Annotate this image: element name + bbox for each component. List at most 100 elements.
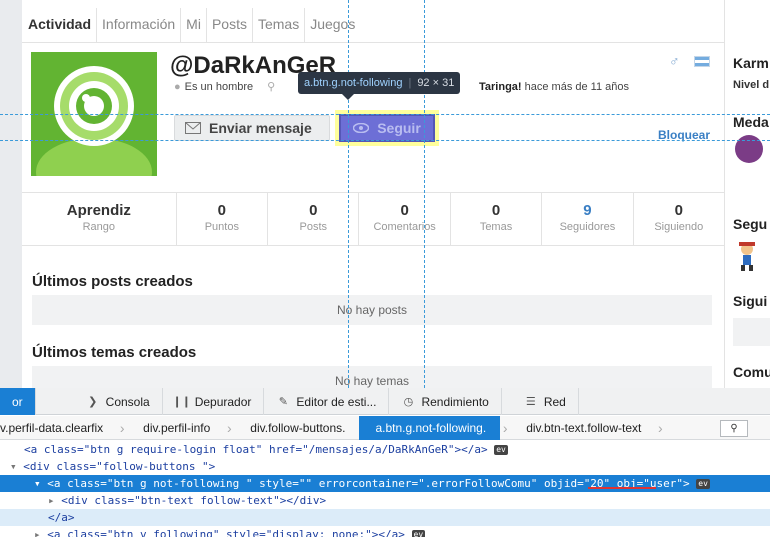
markup-line[interactable]: <a class="btn g require-login float" hre… [0,441,770,458]
breadcrumb: v.perfil-data.clearfix › div.perfil-info… [0,415,770,440]
tab-temas[interactable]: Temas [253,8,306,42]
stat-temas: 0 Temas [451,193,543,245]
user-icon: ● [174,80,181,93]
stat-puntos: 0 Puntos [177,193,269,245]
crumb-separator-icon: › [502,419,508,436]
markup-line-text: <a class="btn g require-login float" hre… [24,443,488,456]
inspector-guide-left [348,0,349,388]
stat-value: 0 [217,202,227,219]
debugger-icon: ❙❙ [172,396,191,408]
markup-line[interactable]: ▾ <div class="follow-buttons "> [0,458,770,475]
crumb-separator-icon: › [226,419,232,436]
stat-posts: 0 Posts [268,193,360,245]
markup-view: <a class="btn g require-login float" hre… [0,441,770,537]
tab-network-label: Red [543,394,566,409]
posts-empty-state: No hay posts [32,295,712,325]
member-since-text: hace más de 11 años [524,81,630,93]
expand-arrow-icon[interactable]: ▸ [48,494,55,507]
style-editor-icon: ✎ [278,396,289,408]
tab-juegos[interactable]: Juegos [305,8,360,42]
tab-performance[interactable]: ◷ Rendimiento [389,388,502,415]
profile-main-column: Actividad Información Mi Posts Temas Jue… [22,0,724,388]
profile-stats: Aprendiz Rango 0 Puntos 0 Posts 0 Coment… [22,192,724,246]
posts-section-title: Últimos posts creados [32,273,193,290]
stat-label: Rango [82,221,116,233]
envelope-icon [185,122,201,134]
tab-style-editor[interactable]: ✎ Editor de esti... [264,388,390,415]
follower-avatar[interactable] [735,241,759,271]
markup-line-text: <div class="follow-buttons "> [23,460,216,473]
argentina-flag-icon [694,56,710,67]
following-title: Sigui [733,293,768,309]
tooltip-separator: | [408,77,412,89]
crumb-perfil-info[interactable]: div.perfil-info [127,416,224,440]
tab-network[interactable]: ☰ Red [502,388,579,415]
tab-actividad[interactable]: Actividad [22,8,98,42]
stat-label: Posts [299,221,327,233]
event-badge[interactable]: ev [696,479,710,489]
male-gender-icon: ♂ [669,53,680,69]
stat-siguiendo: 0 Siguiendo [634,193,724,245]
collapse-arrow-icon[interactable]: ▾ [10,460,17,473]
markup-line[interactable]: </a> [0,509,770,526]
markup-line-text: <a class="btn v following" style="displa… [47,528,405,537]
stat-seguidores[interactable]: 9 Seguidores [542,193,634,245]
follow-label: Seguir [377,120,421,136]
markup-line-text: <a class="btn g not-following " style=""… [47,477,544,490]
tab-style-editor-label: Editor de esti... [296,394,377,409]
network-icon: ☰ [525,396,536,408]
crumb-scroll-right-icon[interactable]: › [655,416,665,440]
inspector-guide-top [0,114,770,115]
profile-meta: ● Es un hombre ⚲ [174,80,275,94]
profile-page: Actividad Información Mi Posts Temas Jue… [0,0,770,388]
stat-value: 0 [674,202,683,219]
profile-member-since: Taringa! hace más de 11 años [479,81,629,93]
crumb-perfil-data[interactable]: v.perfil-data.clearfix [0,416,117,440]
crumb-follow-buttons[interactable]: div.follow-buttons. [234,416,359,440]
tab-informacion[interactable]: Información [97,8,182,42]
stat-label: Puntos [204,221,239,233]
tab-console-label: Consola [105,394,150,409]
markup-line-selected[interactable]: ▾ <a class="btn g not-following " style=… [0,475,770,492]
stat-value: 0 [309,202,318,219]
console-icon: ❯ [88,396,98,408]
send-message-button[interactable]: Enviar mensaje [174,115,330,141]
tooltip-selector: a.btn.g.not-following [304,77,403,89]
markup-line[interactable]: ▸ <a class="btn v following" style="disp… [0,526,770,537]
stat-comentarios: 0 Comentarios [359,193,451,245]
follow-button[interactable]: Seguir [339,114,435,142]
markup-line[interactable]: ▸ <div class="btn-text follow-text"></di… [0,492,770,509]
tabs-divider [22,42,724,43]
tab-posts[interactable]: Posts [207,8,253,42]
tooltip-dimensions: 92 × 31 [417,77,455,89]
stat-value: Aprendiz [66,202,131,219]
expand-arrow-icon[interactable]: ▸ [34,528,41,537]
followers-title: Segu [733,216,768,232]
tab-console[interactable]: ❯ Consola [36,388,163,415]
pinocchio-avatar-icon [739,242,755,271]
markup-line-text: </a> [48,511,75,524]
tab-inspector[interactable]: or [0,388,36,415]
crumb-btn-text[interactable]: div.btn-text.follow-text [510,416,655,440]
stat-value: 0 [491,202,501,219]
stat-label: Comentarios [373,221,436,233]
topics-section-title: Últimos temas creados [32,344,197,361]
karma-title: Karm [733,55,769,71]
tab-mi[interactable]: Mi [181,8,207,42]
markup-line-text: <div class="btn-text follow-text"></div> [61,494,327,507]
stat-label: Siguiendo [654,221,704,233]
objid-red-underline [588,487,656,489]
search-icon[interactable]: ⚲ [720,420,748,437]
stat-rango: Aprendiz Rango [22,193,177,245]
following-empty-box [733,318,770,346]
tab-debugger[interactable]: ❙❙ Depurador [163,388,265,415]
event-badge[interactable]: ev [411,530,426,537]
inspector-tooltip: a.btn.g.not-following | 92 × 31 [298,72,461,100]
collapse-arrow-icon[interactable]: ▾ [34,477,41,490]
event-badge[interactable]: ev [494,445,508,455]
inspector-guide-bottom [0,140,770,141]
devtools-toolbar: or ❯ Consola ❙❙ Depurador ✎ Editor de es… [0,388,770,415]
crumb-not-following[interactable]: a.btn.g.not-following. [359,415,501,440]
karma-level: Nivel d [733,79,770,91]
tab-performance-label: Rendimiento [421,394,489,409]
